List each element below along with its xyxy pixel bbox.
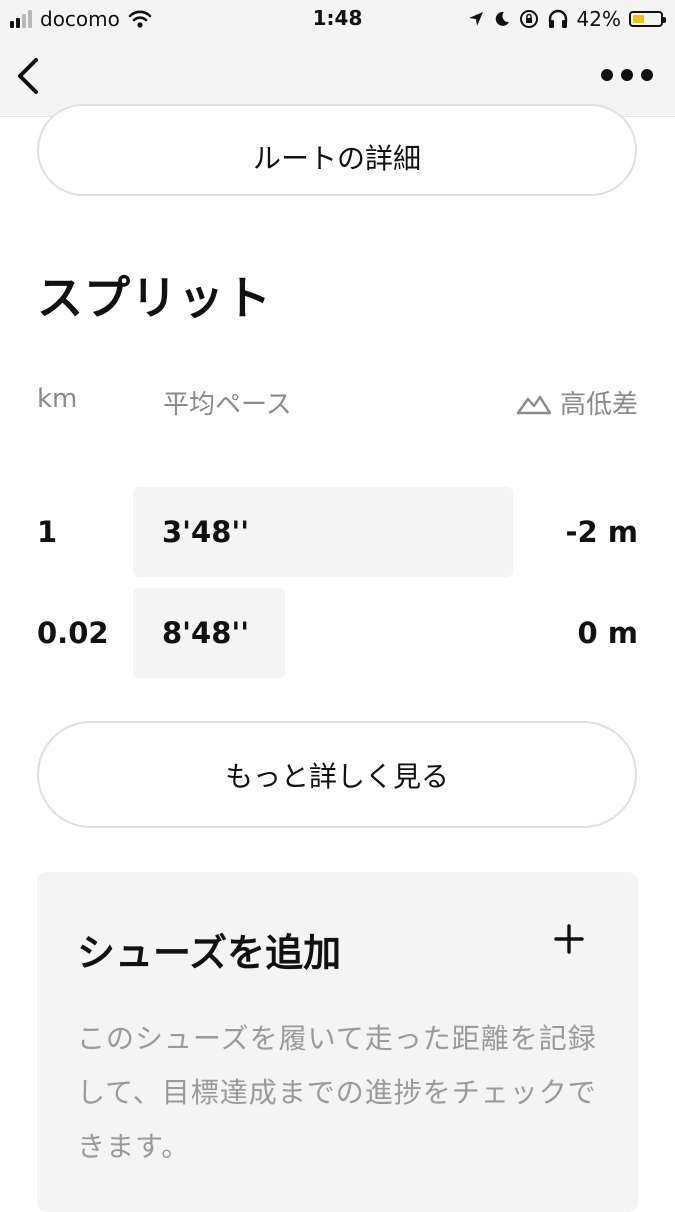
battery-percent: 42%	[576, 7, 621, 31]
header-elevation: 高低差	[516, 384, 638, 421]
split-pace: 3'48''	[162, 515, 250, 549]
split-row: 1 3'48'' -2 m	[0, 487, 675, 577]
see-more-label: もっと詳しく見る	[224, 759, 449, 793]
location-arrow-icon	[468, 12, 483, 26]
add-shoes-description: このシューズを履いて走った距離を記録して、目標達成までの進捗をチェックできます。	[77, 1022, 597, 1163]
split-km: 1	[37, 515, 58, 549]
header-pace: 平均ペース	[163, 390, 292, 420]
battery-icon	[629, 11, 666, 27]
battery-level-fill	[633, 15, 644, 23]
splits-title: スプリット	[37, 271, 272, 325]
add-shoes-card[interactable]: シューズを追加 このシューズを履いて走った距離を記録して、目標達成までの進捗をチ…	[37, 872, 638, 1212]
orientation-lock-icon	[519, 10, 538, 28]
header-km: km	[37, 384, 78, 414]
split-elevation: -2 m	[565, 515, 638, 549]
mountain-icon	[516, 395, 552, 414]
status-right: 42%	[467, 6, 666, 32]
split-km: 0.02	[37, 616, 109, 650]
chevron-left-icon[interactable]	[12, 54, 48, 98]
header-elevation-label: 高低差	[559, 390, 638, 420]
plus-icon[interactable]	[552, 922, 586, 956]
status-bar: docomo 1:48 42%	[0, 0, 675, 38]
split-pace: 8'48''	[162, 616, 250, 650]
split-elevation: 0 m	[577, 616, 639, 650]
more-dots-icon[interactable]	[599, 60, 655, 90]
split-row: 0.02 8'48'' 0 m	[0, 588, 675, 678]
route-details-button[interactable]: ルートの詳細	[37, 104, 637, 196]
see-more-button[interactable]: もっと詳しく見る	[37, 721, 637, 828]
headphones-icon	[548, 9, 567, 28]
moon-icon	[495, 11, 509, 26]
route-details-label: ルートの詳細	[252, 142, 421, 175]
add-shoes-title: シューズを追加	[77, 931, 342, 975]
splits-header-row: km 平均ペース 高低差	[0, 384, 675, 424]
